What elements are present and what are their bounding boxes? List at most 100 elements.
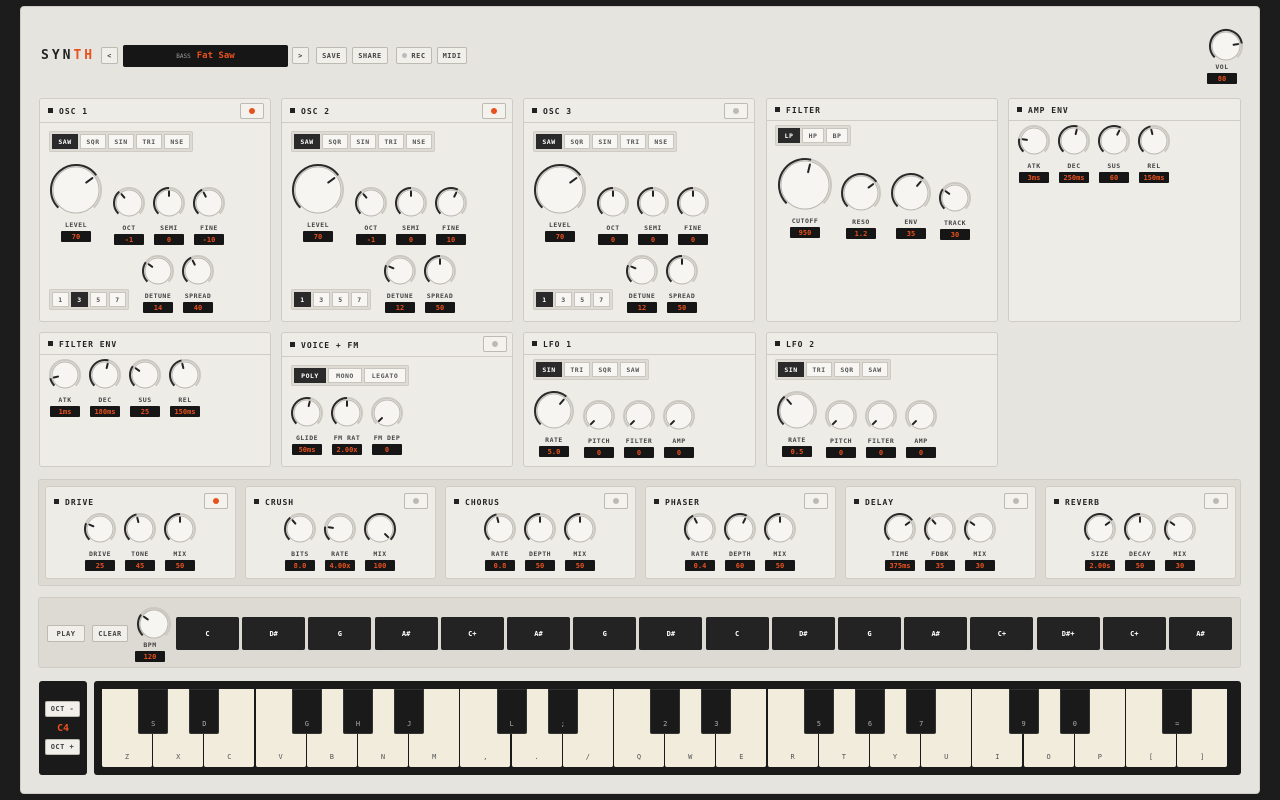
osc2-wave-option-saw[interactable]: SAW [294,134,320,149]
osc1-wave-option-sin[interactable]: SIN [108,134,134,149]
lfo2-amp-knob[interactable] [904,399,938,433]
osc1-voices-option-1[interactable]: 1 [52,292,69,307]
osc1-detune-knob[interactable] [141,254,175,288]
lfo2-wave-option-tri[interactable]: TRI [806,362,832,377]
sequencer-step[interactable]: A# [904,617,968,650]
sequencer-step[interactable]: D# [639,617,703,650]
filterenv-rel-knob[interactable] [168,358,202,392]
black-key[interactable]: 7 [906,689,937,734]
black-key[interactable]: 5 [803,689,834,734]
sequencer-step[interactable]: A# [507,617,570,650]
osc1-oct-knob[interactable] [112,186,146,220]
vol-knob[interactable] [1208,28,1244,64]
fx-phaser-rate-knob[interactable] [683,512,717,546]
fx-chorus-enable-toggle[interactable] [604,493,628,509]
osc3-voices-option-7[interactable]: 7 [593,292,610,307]
osc2-wave-option-nse[interactable]: NSE [406,134,432,149]
play-button[interactable]: PLAY [47,625,85,642]
osc1-fine-knob[interactable] [192,186,226,220]
fx-reverb-decay-knob[interactable] [1123,512,1157,546]
sequencer-step[interactable]: D# [242,617,306,650]
fx-chorus-mix-knob[interactable] [563,512,597,546]
fx-reverb-size-knob[interactable] [1083,512,1117,546]
fx-phaser-mix-knob[interactable] [763,512,797,546]
black-key[interactable]: G [291,689,322,734]
voice-glide-knob[interactable] [290,396,324,430]
sequencer-step[interactable]: D#+ [1036,617,1100,650]
filter-mode-option-hp[interactable]: HP [802,128,824,143]
filter-track-knob[interactable] [938,181,972,215]
lfo2-filter-knob[interactable] [864,399,898,433]
osc3-spread-knob[interactable] [665,254,699,288]
osc1-wave-option-nse[interactable]: NSE [164,134,190,149]
lfo2-wave-option-sqr[interactable]: SQR [834,362,860,377]
osc2-voices-option-1[interactable]: 1 [294,292,311,307]
osc2-spread-knob[interactable] [423,254,457,288]
fx-drive-mix-knob[interactable] [163,512,197,546]
osc2-voices-option-5[interactable]: 5 [332,292,349,307]
next-preset-button[interactable]: > [292,47,309,64]
black-key[interactable]: 3 [701,689,732,734]
osc3-wave-option-sqr[interactable]: SQR [564,134,590,149]
voice-mode-option-mono[interactable]: MONO [328,368,362,383]
osc3-voices-option-3[interactable]: 3 [555,292,572,307]
lfo1-wave-option-sin[interactable]: SIN [536,362,562,377]
fx-delay-enable-toggle[interactable] [1004,493,1028,509]
sequencer-step[interactable]: G [573,617,637,650]
osc2-voices-option-7[interactable]: 7 [351,292,368,307]
black-key[interactable]: J [394,689,425,734]
ampenv-sus-knob[interactable] [1097,124,1131,158]
osc1-enable-toggle[interactable] [240,103,264,119]
osc2-oct-knob[interactable] [354,186,388,220]
fx-phaser-enable-toggle[interactable] [804,493,828,509]
preset-display[interactable]: BASS Fat Saw [123,45,288,67]
fx-drive-tone-knob[interactable] [123,512,157,546]
lfo2-wave-option-sin[interactable]: SIN [778,362,804,377]
fx-delay-time-knob[interactable] [883,512,917,546]
osc3-wave-option-sin[interactable]: SIN [592,134,618,149]
sequencer-step[interactable]: C+ [970,617,1034,650]
black-key[interactable]: S [138,689,169,734]
fx-crush-bits-knob[interactable] [283,512,317,546]
lfo1-amp-knob[interactable] [662,399,696,433]
osc1-voices-option-3[interactable]: 3 [71,292,88,307]
fx-delay-fdbk-knob[interactable] [923,512,957,546]
filter-env-knob[interactable] [890,172,932,214]
osc2-enable-toggle[interactable] [482,103,506,119]
black-key[interactable]: H [343,689,373,734]
osc2-fine-knob[interactable] [434,186,468,220]
filter-mode-option-lp[interactable]: LP [778,128,800,143]
osc3-level-knob[interactable] [533,163,587,217]
midi-button[interactable]: MIDI [437,47,467,64]
osc1-wave-option-tri[interactable]: TRI [136,134,162,149]
osc1-semi-knob[interactable] [152,186,186,220]
fx-crush-rate-knob[interactable] [323,512,357,546]
bpm-knob[interactable] [136,606,172,642]
fx-reverb-mix-knob[interactable] [1163,512,1197,546]
osc3-fine-knob[interactable] [676,186,710,220]
lfo2-pitch-knob[interactable] [824,399,858,433]
sequencer-step[interactable]: C+ [1102,617,1166,650]
lfo1-pitch-knob[interactable] [582,399,616,433]
ampenv-rel-knob[interactable] [1137,124,1171,158]
black-key[interactable]: 9 [1008,689,1039,734]
filter-mode-option-bp[interactable]: BP [826,128,848,143]
osc3-wave-option-saw[interactable]: SAW [536,134,562,149]
black-key[interactable]: 0 [1059,689,1090,734]
osc3-voices-option-1[interactable]: 1 [536,292,553,307]
osc2-wave-option-tri[interactable]: TRI [378,134,404,149]
voice-mode-option-poly[interactable]: POLY [294,368,326,383]
voice-fmrat-knob[interactable] [330,396,364,430]
black-key[interactable]: L [496,689,527,734]
fx-drive-drive-knob[interactable] [83,512,117,546]
filterenv-dec-knob[interactable] [88,358,122,392]
filterenv-sus-knob[interactable] [128,358,162,392]
sequencer-step[interactable]: C [705,617,769,650]
black-key[interactable]: = [1162,689,1193,734]
lfo1-rate-knob[interactable] [533,390,575,432]
lfo1-wave-option-saw[interactable]: SAW [620,362,646,377]
osc2-wave-option-sqr[interactable]: SQR [322,134,348,149]
sequencer-step[interactable]: D# [771,617,835,650]
osc1-level-knob[interactable] [49,163,103,217]
fx-crush-mix-knob[interactable] [363,512,397,546]
